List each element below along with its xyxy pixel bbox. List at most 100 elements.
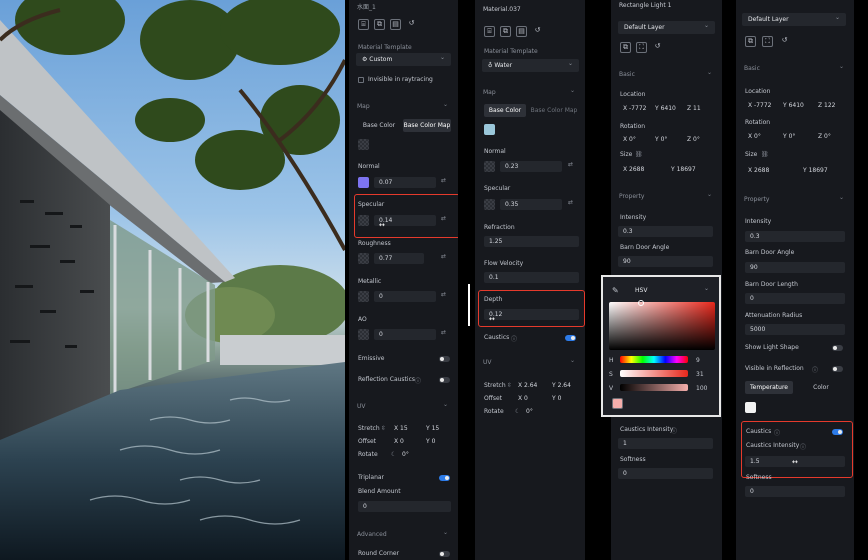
link-icon[interactable]: ⛓ [761,151,769,158]
stretch-x-field[interactable]: X 2.64 [513,380,547,391]
rotation-x-field[interactable]: X 0° [743,131,777,142]
swap-icon[interactable]: ⇄ [441,177,446,184]
tab-base-color[interactable]: Base Color [358,119,400,132]
size-x-field[interactable]: X 2688 [743,165,783,176]
normal-value-field[interactable]: 0.23 [500,161,562,172]
stretch-y-field[interactable]: Y 15 [421,423,451,434]
offset-y-field[interactable]: Y 0 [421,436,451,447]
tab-base-color-map[interactable]: Base Color Map [529,104,579,117]
stretch-y-field[interactable]: Y 2.64 [547,380,581,391]
s-value[interactable]: 31 [696,371,704,378]
emissive-toggle[interactable] [439,356,450,362]
swap-icon[interactable]: ⇄ [568,161,573,168]
rotate-value-field[interactable]: 0° [521,406,546,417]
link-icon[interactable]: ⇳ [381,425,386,432]
material-icon[interactable]: ⌸ [358,19,369,30]
blend-amount-field[interactable]: 0 [358,501,451,512]
template-select[interactable]: ♁ Water [482,57,579,72]
copy-icon[interactable]: ⧉ [374,19,385,30]
property-section-header[interactable]: Property [736,191,854,206]
rotation-y-field[interactable]: Y 0° [650,134,681,145]
map-section-header[interactable]: Map [475,84,585,99]
size-y-field[interactable]: Y 18697 [666,164,706,175]
property-section-header[interactable]: Property [611,188,722,203]
swap-icon[interactable]: ⇄ [441,291,446,298]
hue-slider[interactable] [620,356,688,363]
rotation-z-field[interactable]: Z 0° [682,134,713,145]
rotation-z-field[interactable]: Z 0° [813,131,847,142]
caustics-toggle[interactable] [565,335,576,341]
metallic-value-field[interactable]: 0 [374,291,436,302]
roughness-value-field[interactable]: 0.77 [374,253,424,264]
intensity-field[interactable]: 0.3 [618,226,713,237]
copy-icon[interactable]: ⧉ [745,36,756,47]
location-y-field[interactable]: Y 6410 [650,103,681,114]
location-z-field[interactable]: Z 122 [813,100,847,111]
barn-door-angle-field[interactable]: 90 [745,262,845,273]
paste-icon[interactable]: ▤ [516,26,527,37]
focus-icon[interactable]: ⛶ [636,42,647,53]
color-mode-select[interactable]: HSV [629,282,715,297]
offset-x-field[interactable]: X 0 [513,393,543,404]
uv-section-header[interactable]: UV [475,354,585,369]
flow-velocity-field[interactable]: 0.1 [484,272,579,283]
sv-picker-handle[interactable] [638,300,644,306]
h-value[interactable]: 9 [696,357,700,364]
visible-in-reflection-toggle[interactable] [832,366,843,372]
swap-icon[interactable]: ⇄ [441,329,446,336]
specular-value-field[interactable]: 0.35 [500,199,562,210]
map-section-header[interactable]: Map [349,98,458,113]
paste-icon[interactable]: ▤ [390,19,401,30]
specular-map-thumb[interactable] [484,199,495,210]
tab-base-color-map[interactable]: Base Color Map [403,119,451,132]
roughness-map-thumb[interactable] [358,253,369,264]
offset-x-field[interactable]: X 0 [389,436,419,447]
normal-value-field[interactable]: 0.07 [374,177,436,188]
value-slider[interactable] [620,384,688,391]
attenuation-radius-field[interactable]: 5000 [745,324,845,335]
swap-icon[interactable]: ⇄ [568,199,573,206]
location-y-field[interactable]: Y 6410 [778,100,812,111]
reset-icon[interactable]: ↺ [652,42,663,53]
location-x-field[interactable]: X -7772 [618,103,649,114]
render-viewport[interactable] [0,0,345,560]
help-icon[interactable]: ⓘ [812,365,818,374]
normal-map-thumb[interactable] [358,177,369,188]
rotation-y-field[interactable]: Y 0° [778,131,812,142]
ao-value-field[interactable]: 0 [374,329,436,340]
softness-field[interactable]: 0 [618,468,713,479]
reset-icon[interactable]: ↺ [532,26,543,37]
ao-map-thumb[interactable] [358,329,369,340]
metallic-map-thumb[interactable] [358,291,369,302]
material-icon[interactable]: ⌸ [484,26,495,37]
location-x-field[interactable]: X -7772 [743,100,777,111]
barn-door-angle-field[interactable]: 90 [618,256,713,267]
invisible-raytracing-checkbox[interactable] [358,77,364,83]
caustics-intensity-field[interactable]: 1 [618,438,713,449]
layer-select[interactable]: Default Layer [742,11,846,26]
offset-y-field[interactable]: Y 0 [547,393,577,404]
reset-icon[interactable]: ↺ [779,36,790,47]
reset-icon[interactable]: ↺ [406,19,417,30]
copy-icon[interactable]: ⧉ [620,42,631,53]
v-value[interactable]: 100 [696,385,707,392]
template-select[interactable]: ⚙ Custom [356,51,451,66]
rotation-x-field[interactable]: X 0° [618,134,649,145]
link-icon[interactable]: ⛓ [635,151,643,158]
copy-icon[interactable]: ⧉ [500,26,511,37]
eyedropper-icon[interactable]: ✎ [612,286,619,295]
refraction-value-field[interactable]: 1.25 [484,236,579,247]
reflection-caustics-toggle[interactable] [439,377,450,383]
show-light-shape-toggle[interactable] [832,345,843,351]
help-icon[interactable]: ⓘ [415,376,421,385]
intensity-field[interactable]: 0.3 [745,231,845,242]
base-color-swatch[interactable] [484,124,495,135]
base-color-map-thumb[interactable] [358,139,369,150]
help-icon[interactable]: ⓘ [671,426,677,435]
help-icon[interactable]: ⓘ [511,334,517,343]
uv-section-header[interactable]: UV [349,398,458,413]
tab-color[interactable]: Color [796,381,846,394]
layer-select[interactable]: Default Layer [618,19,715,34]
size-y-field[interactable]: Y 18697 [798,165,838,176]
round-corner-toggle[interactable] [439,551,450,557]
